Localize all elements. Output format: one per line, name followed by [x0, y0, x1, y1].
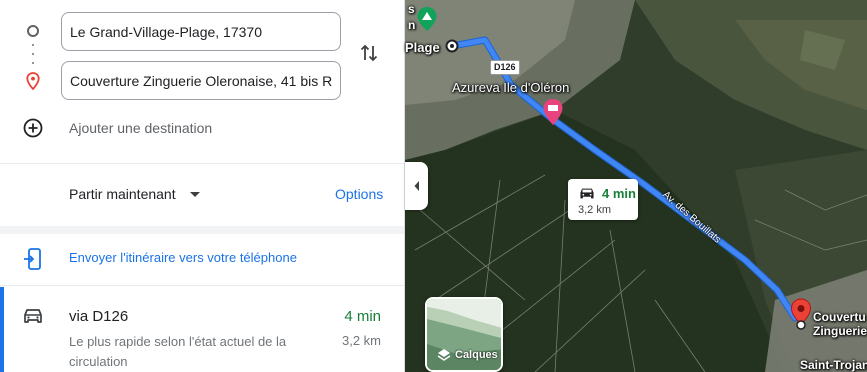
collapse-panel-button[interactable] — [405, 162, 428, 210]
start-marker-icon — [445, 39, 459, 53]
start-input[interactable]: Le Grand-Village-Plage, 17370 — [61, 12, 341, 51]
bubble-distance: 3,2 km — [578, 204, 612, 216]
depart-label: Partir maintenant — [69, 186, 176, 202]
swap-icon — [360, 44, 378, 62]
layers-button[interactable]: Calques — [425, 297, 503, 372]
destination-label-line1: Couvertu — [813, 310, 866, 324]
section-separator — [0, 226, 405, 234]
depart-time-dropdown[interactable]: Partir maintenant — [69, 186, 200, 202]
destination-marker-icon[interactable] — [790, 298, 812, 330]
layers-icon — [437, 349, 451, 361]
layers-label-row: Calques — [437, 348, 498, 362]
hotel-icon[interactable] — [542, 98, 564, 126]
map-label: s — [408, 2, 415, 16]
map-label-start-place: Plage — [405, 40, 440, 55]
road-badge-d126: D126 — [490, 60, 520, 75]
route-time: 4 min — [344, 308, 381, 325]
route-option[interactable]: via D126 Le plus rapide selon l'état act… — [0, 287, 405, 372]
layers-label: Calques — [455, 349, 498, 361]
route-description: Le plus rapide selon l'état actuel de la… — [69, 334, 287, 369]
caret-down-icon — [189, 191, 200, 197]
divider — [0, 163, 405, 164]
collapse-chevron-icon — [414, 181, 419, 191]
swap-button[interactable] — [358, 41, 380, 65]
route-distance: 3,2 km — [341, 333, 381, 348]
destination-label-line2: Zinguerie — [813, 324, 867, 338]
destination-input[interactable]: Couverture Zinguerie Oleronaise, 41 bis … — [61, 61, 341, 100]
options-button[interactable]: Options — [335, 186, 383, 202]
map-label: n — [408, 18, 416, 32]
route-info-bubble[interactable]: 4 min 3,2 km — [568, 179, 638, 220]
phone-send-icon[interactable] — [23, 247, 43, 271]
route-dots-icon — [32, 44, 34, 64]
car-icon — [24, 309, 42, 323]
map-label-destination[interactable]: Couvertu Zinguerie — [813, 310, 867, 338]
car-icon — [580, 188, 594, 199]
add-circle-icon[interactable] — [23, 118, 43, 138]
add-destination-link[interactable]: Ajouter une destination — [69, 120, 212, 136]
send-to-phone-link[interactable]: Envoyer l'itinéraire vers votre téléphon… — [69, 250, 297, 265]
map-label-poi[interactable]: Azureva Ile d'Oléron — [452, 80, 569, 95]
bubble-time: 4 min — [602, 186, 636, 201]
campsite-icon[interactable] — [416, 6, 438, 32]
selected-route-indicator — [0, 287, 4, 372]
directions-panel: Le Grand-Village-Plage, 17370 Couverture… — [0, 0, 405, 372]
destination-pin-icon — [26, 72, 40, 90]
start-circle-icon — [27, 25, 39, 37]
divider — [0, 285, 405, 286]
map-label-town: Saint-Trojan-les-Ba — [800, 358, 867, 372]
route-title: via D126 — [69, 308, 129, 325]
